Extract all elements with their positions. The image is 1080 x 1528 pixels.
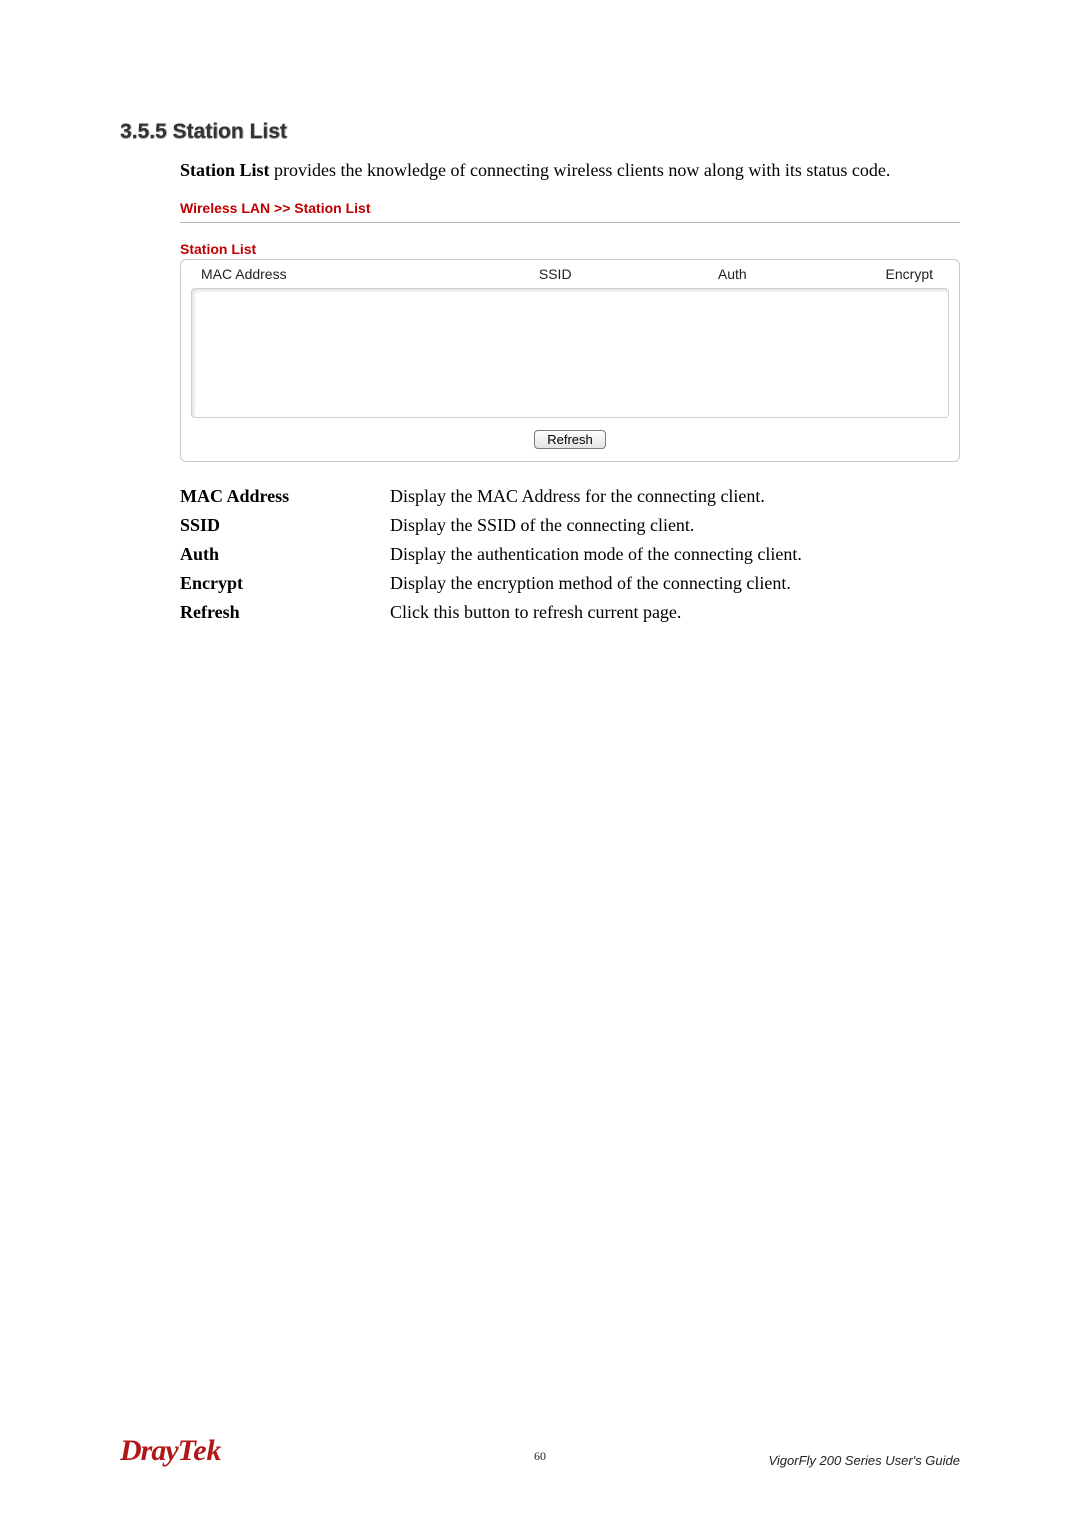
definition-row: Refresh Click this button to refresh cur…	[180, 602, 960, 623]
refresh-button[interactable]: Refresh	[534, 430, 606, 449]
definition-term: MAC Address	[180, 486, 390, 507]
column-auth: Auth	[659, 266, 807, 282]
breadcrumb: Wireless LAN >> Station List	[180, 200, 960, 223]
definition-term: SSID	[180, 515, 390, 536]
definition-desc: Display the encryption method of the con…	[390, 573, 960, 594]
definition-desc: Display the authentication mode of the c…	[390, 544, 960, 565]
station-list-header: MAC Address SSID Auth Encrypt	[191, 266, 949, 288]
definition-desc: Click this button to refresh current pag…	[390, 602, 960, 623]
definition-term: Auth	[180, 544, 390, 565]
definition-term: Refresh	[180, 602, 390, 623]
definition-desc: Display the MAC Address for the connecti…	[390, 486, 960, 507]
column-mac: MAC Address	[201, 266, 452, 282]
intro-text: provides the knowledge of connecting wir…	[270, 160, 891, 180]
intro-paragraph: Station List provides the knowledge of c…	[180, 158, 960, 182]
definition-row: SSID Display the SSID of the connecting …	[180, 515, 960, 536]
panel-subheading: Station List	[180, 241, 960, 257]
definition-row: MAC Address Display the MAC Address for …	[180, 486, 960, 507]
column-encrypt: Encrypt	[806, 266, 939, 282]
intro-term: Station List	[180, 160, 270, 180]
page-footer: DrayTek 60 VigorFly 200 Series User's Gu…	[0, 1434, 1080, 1468]
section-heading: 3.5.5 Station List	[120, 120, 960, 144]
guide-title: VigorFly 200 Series User's Guide	[768, 1453, 960, 1468]
column-ssid: SSID	[452, 266, 659, 282]
logo: DrayTek	[120, 1434, 222, 1468]
page-number: 60	[534, 1449, 546, 1464]
station-list-body	[191, 288, 949, 418]
logo-left: Dray	[120, 1434, 178, 1467]
logo-right: Tek	[178, 1434, 222, 1467]
definition-term: Encrypt	[180, 573, 390, 594]
definition-desc: Display the SSID of the connecting clien…	[390, 515, 960, 536]
definition-row: Auth Display the authentication mode of …	[180, 544, 960, 565]
station-list-box: MAC Address SSID Auth Encrypt Refresh	[180, 259, 960, 462]
station-list-panel: Wireless LAN >> Station List Station Lis…	[180, 200, 960, 462]
definition-list: MAC Address Display the MAC Address for …	[180, 486, 960, 623]
definition-row: Encrypt Display the encryption method of…	[180, 573, 960, 594]
